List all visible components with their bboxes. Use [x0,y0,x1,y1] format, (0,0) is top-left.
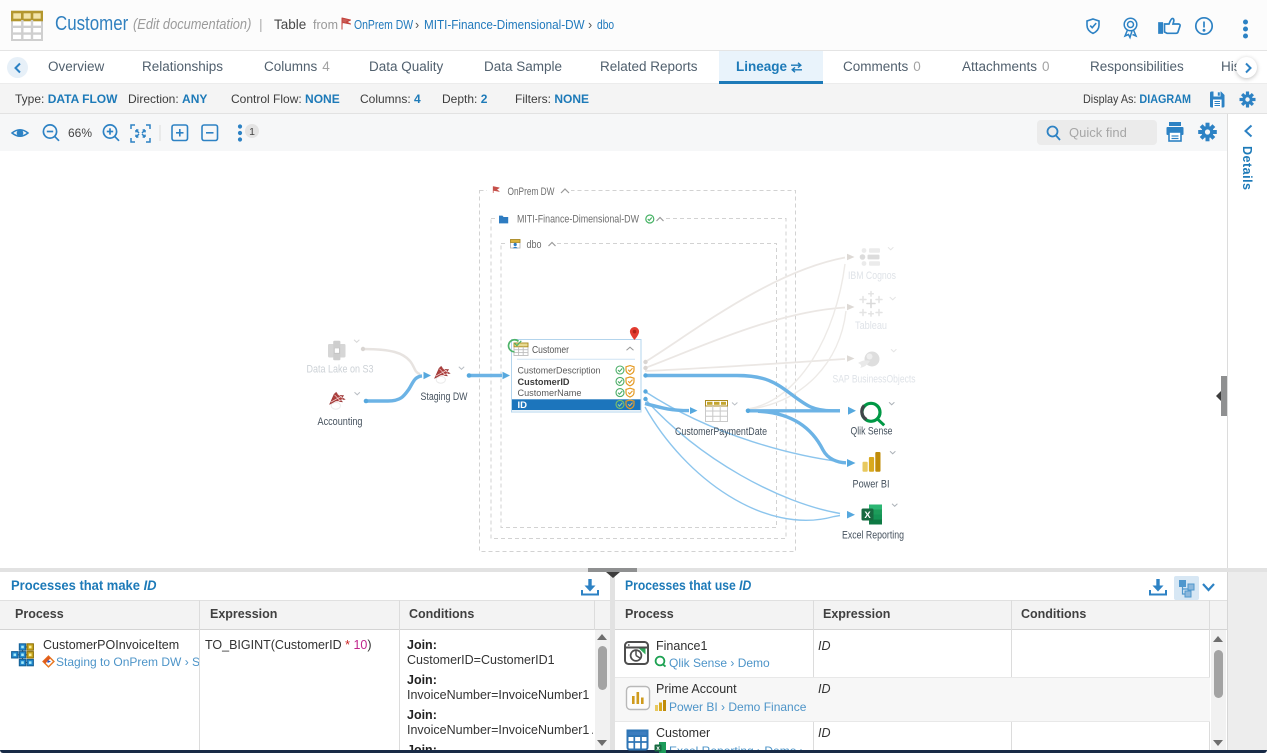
svg-text:MITI-Finance-Dimensional-DW: MITI-Finance-Dimensional-DW [517,214,639,226]
svg-text:1: 1 [249,126,255,138]
svg-text:dbo: dbo [527,239,542,251]
svg-text:Data Lake on S3: Data Lake on S3 [307,364,374,376]
svg-text:CustomerDescription: CustomerDescription [518,365,601,376]
svg-text:Tableau: Tableau [855,320,887,332]
svg-text:IBM Cognos: IBM Cognos [848,270,896,282]
svg-text:SAP BusinessObjects: SAP BusinessObjects [833,373,916,385]
svg-text:Qlik Sense: Qlik Sense [851,426,893,438]
svg-text:ID: ID [518,400,528,411]
svg-text:Excel Reporting: Excel Reporting [842,529,904,541]
svg-text:Customer: Customer [532,345,570,356]
svg-text:Accounting: Accounting [318,416,363,428]
svg-text:Staging DW: Staging DW [421,391,468,403]
svg-text:CustomerID: CustomerID [518,377,570,388]
svg-text:x: x [656,745,660,752]
svg-text:CustomerPaymentDate: CustomerPaymentDate [675,426,767,438]
svg-text:CustomerName: CustomerName [518,388,582,399]
svg-text:Power BI: Power BI [853,479,890,491]
svg-text:X: X [864,510,871,521]
svg-text:OnPrem DW: OnPrem DW [508,186,555,198]
